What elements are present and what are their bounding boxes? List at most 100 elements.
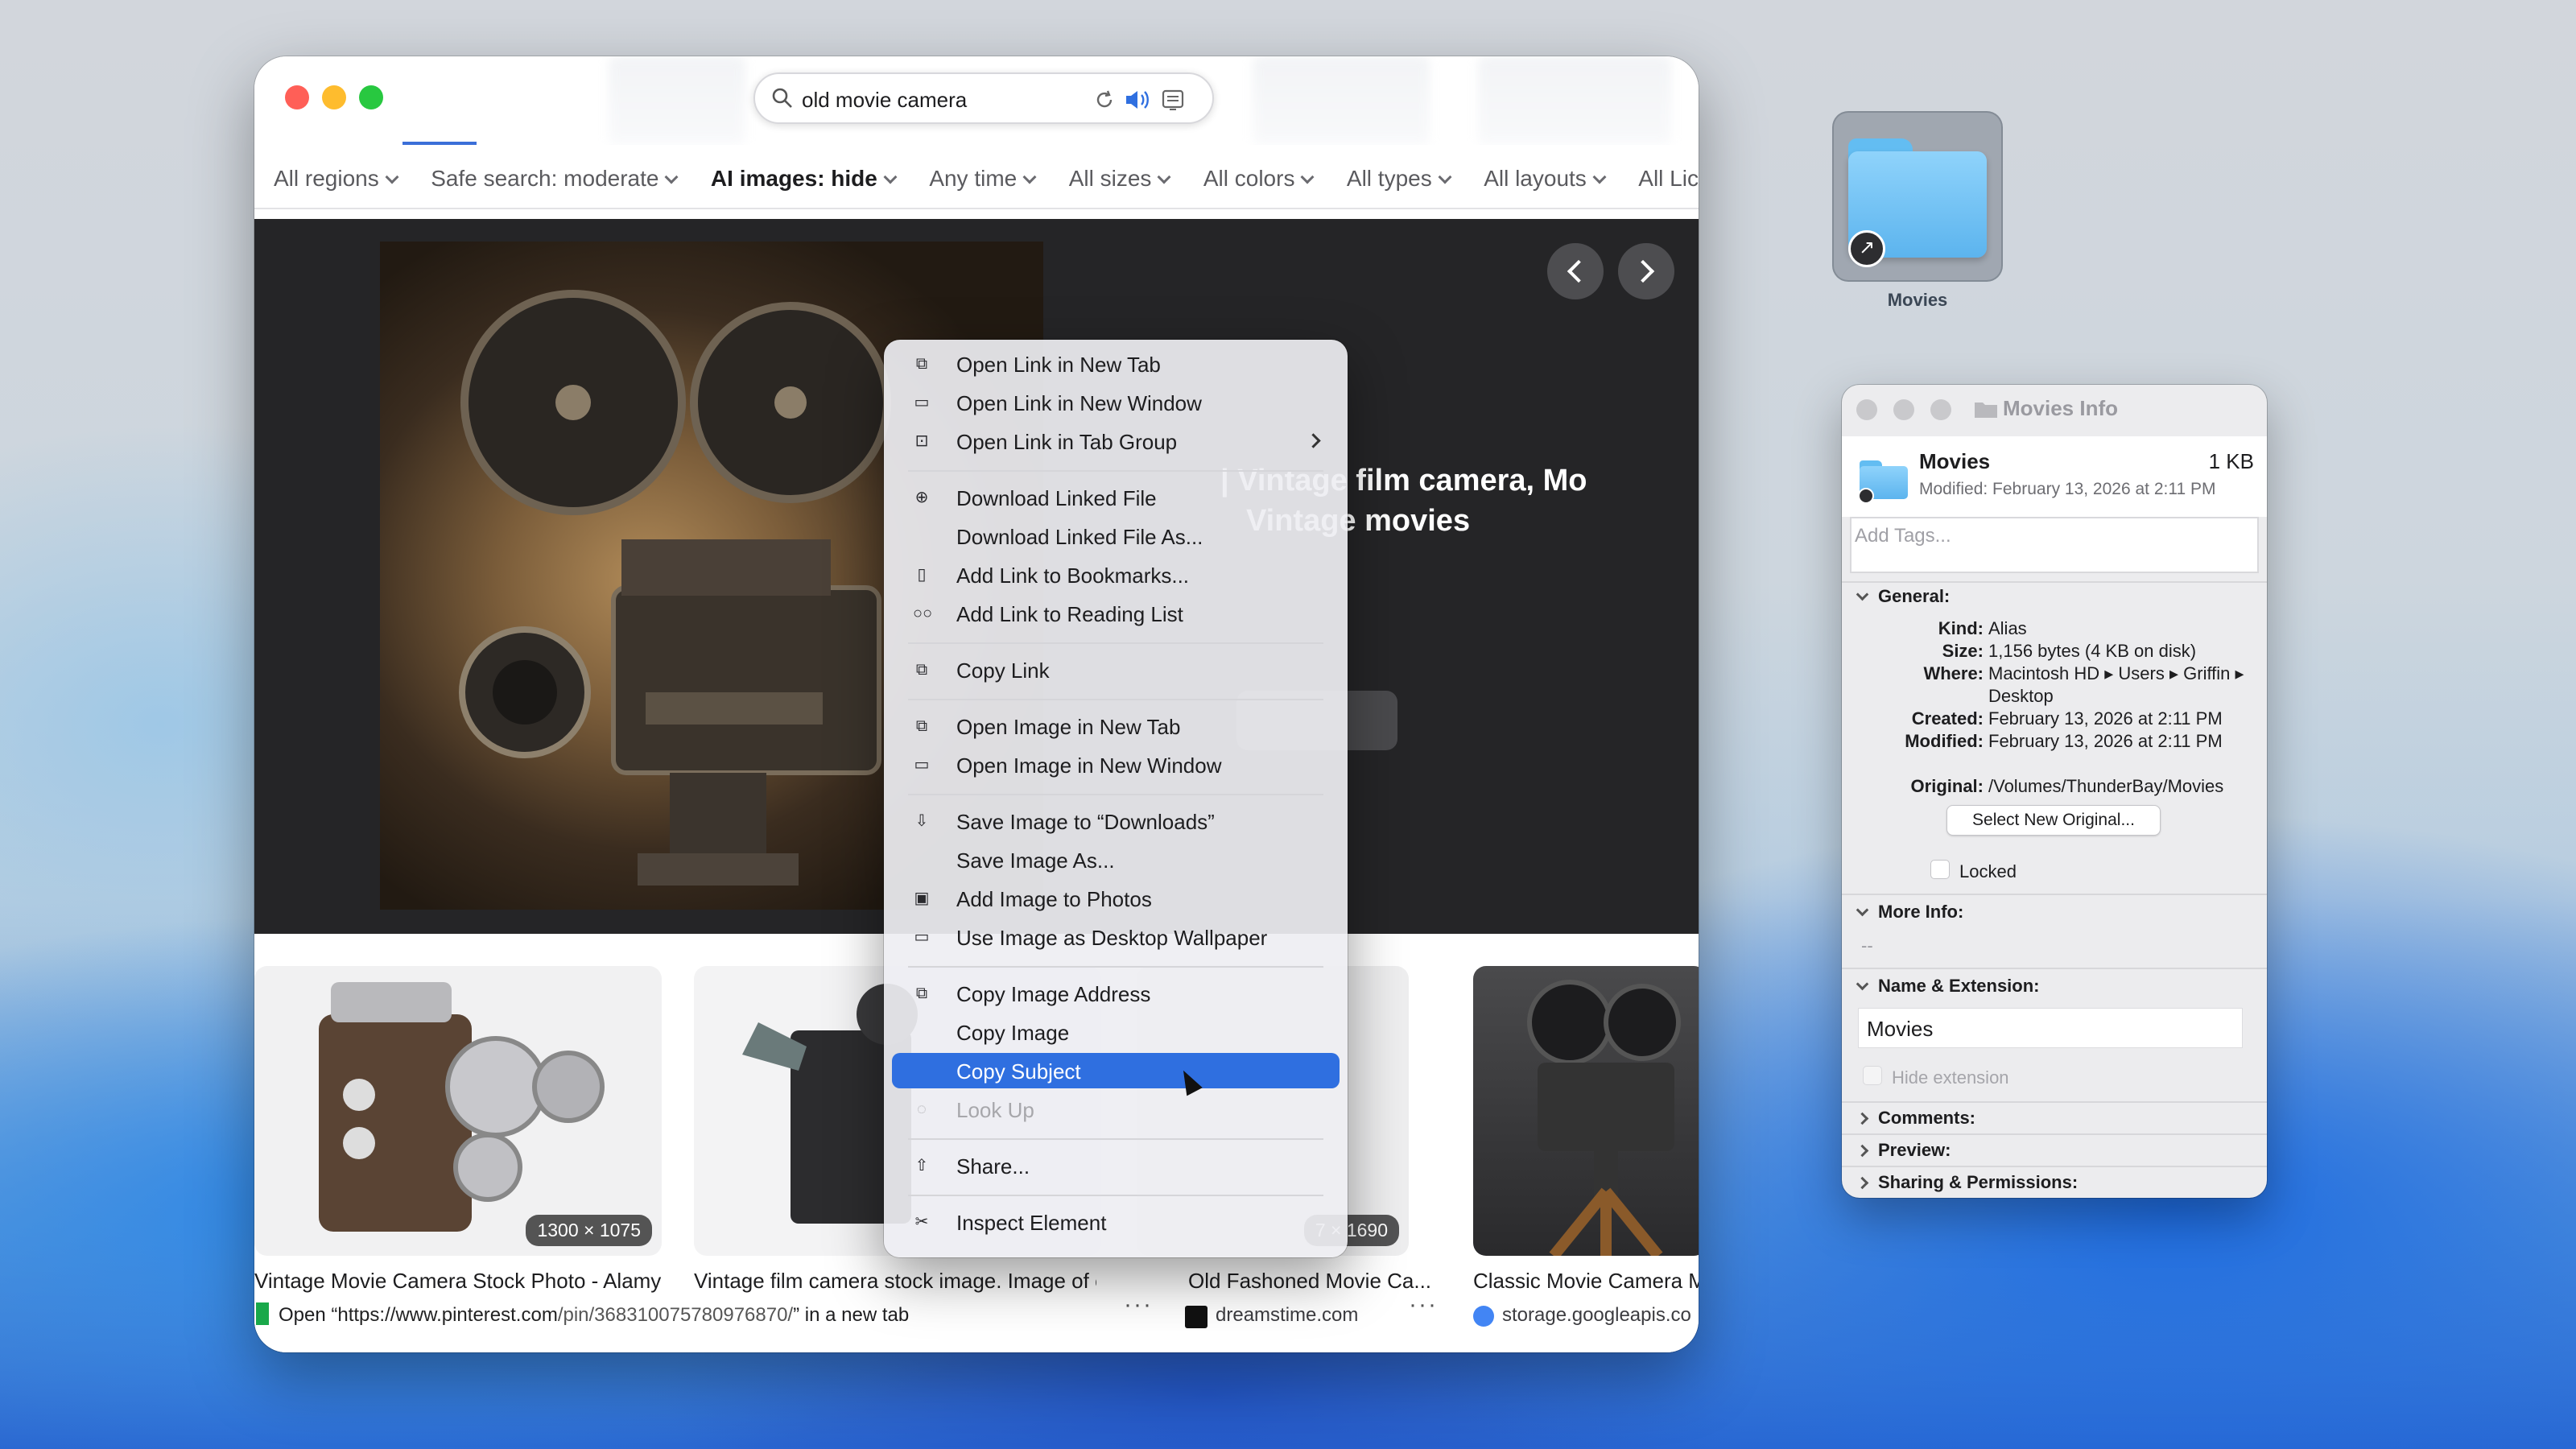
menu-item-share[interactable]: ⇧ Share... [892,1148,1340,1183]
original-key: Original: [1910,776,1984,796]
menu-item-label: Copy Subject [956,1059,1081,1084]
section-more-info[interactable]: More Info: [1856,902,1963,923]
filter-license[interactable]: All Lic [1638,166,1699,192]
previous-button[interactable] [1547,243,1604,299]
divider [1842,581,2267,583]
link-status-bar: Open “https://www.pinterest.com/pin/3683… [254,1296,909,1331]
filter-types[interactable]: All types [1346,166,1452,192]
menu-item-label: Open Link in Tab Group [956,430,1178,454]
address-bar[interactable]: old movie camera [753,72,1214,124]
tags-field[interactable]: Add Tags... [1850,517,2259,573]
menu-item-open-link-in-new-window[interactable]: ▭ Open Link in New Window [892,385,1340,420]
more-options-icon[interactable]: ··· [1124,1291,1153,1319]
next-button[interactable] [1618,243,1674,299]
filter-colors[interactable]: All colors [1203,166,1315,192]
locked-checkbox[interactable] [1930,860,1950,879]
browser-toolbar: old movie camera [254,56,1699,145]
reading-list-icon: ○○ [913,605,933,622]
filter-label: All layouts [1484,166,1587,191]
menu-item-add-link-to-bookmarks[interactable]: ▯ Add Link to Bookmarks... [892,557,1340,592]
menu-item-label: Copy Image [956,1021,1070,1045]
menu-item-copy-image-address[interactable]: ⧉ Copy Image Address [892,976,1340,1011]
new-tab-icon: ⧉ [915,717,928,735]
filter-label: All types [1346,166,1432,191]
filter-label: All colors [1203,166,1295,191]
section-sharing-permissions[interactable]: Sharing & Permissions: [1856,1172,2078,1193]
menu-item-label: Add Link to Reading List [956,602,1183,626]
menu-item-save-image-as[interactable]: Save Image As... [892,842,1340,877]
thumbnail-source[interactable]: dreamstime.com [1185,1304,1358,1328]
menu-item-label: Save Image As... [956,848,1115,873]
chevron-down-icon [883,170,898,184]
filter-time[interactable]: Any time [929,166,1037,192]
menu-item-add-image-to-photos[interactable]: ▣ Add Image to Photos [892,881,1340,916]
minimize-button[interactable] [1893,399,1914,420]
filter-ai-images[interactable]: AI images: hide [711,166,898,192]
minimize-button[interactable] [322,85,346,109]
hide-extension-checkbox[interactable] [1863,1066,1882,1085]
thumbnail-title[interactable]: Vintage film camera stock image. Image o… [694,1269,1096,1294]
filter-sizes[interactable]: All sizes [1069,166,1171,192]
thumbnail-4[interactable] [1473,966,1699,1256]
info-header: Movies 1 KB Modified: February 13, 2026 … [1842,436,2267,517]
menu-item-copy-subject[interactable]: Copy Subject [892,1053,1340,1088]
filter-regions[interactable]: All regions [274,166,399,192]
modified-value: February 13, 2026 at 2:11 PM [1988,731,2223,751]
section-general[interactable]: General: [1856,586,1950,607]
download-icon: ⊕ [914,489,929,506]
section-name-extension[interactable]: Name & Extension: [1856,976,2040,997]
thumbnail-title[interactable]: Classic Movie Camera M [1473,1269,1699,1294]
filter-label: All regions [274,166,379,191]
close-button[interactable] [1856,399,1877,420]
look-up-icon: ◌ [917,1100,927,1118]
menu-item-label: Open Link in New Window [956,391,1202,415]
menu-item-save-image-to-downloads[interactable]: ⇩ Save Image to “Downloads” [892,803,1340,839]
thumbnail-source[interactable]: storage.googleapis.co [1473,1304,1691,1327]
zoom-button[interactable] [359,85,383,109]
camera-thumbnail-image [1527,980,1681,1256]
close-button[interactable] [285,85,309,109]
desktop-alias-movies[interactable]: ↗ Movies [1832,111,2003,320]
select-new-original-button[interactable]: Select New Original... [1946,805,2161,836]
image-size-badge: 1300 × 1075 [526,1215,652,1246]
status-text: Open “ [279,1304,338,1326]
section-comments[interactable]: Comments: [1856,1108,1975,1129]
reader-icon[interactable] [1161,88,1185,112]
menu-item-use-image-as-desktop-wallpaper[interactable]: ▭ Use Image as Desktop Wallpaper [892,919,1340,955]
where-key: Where: [1923,663,1984,683]
menu-item-download-linked-file[interactable]: ⊕ Download Linked File [892,480,1340,515]
menu-separator [908,470,1323,472]
menu-item-copy-image[interactable]: Copy Image [892,1014,1340,1050]
menu-item-copy-link[interactable]: ⧉ Copy Link [892,652,1340,687]
menu-item-inspect-element[interactable]: ✂ Inspect Element [892,1204,1340,1240]
kind-key: Kind: [1938,618,1984,638]
reload-icon[interactable] [1093,89,1116,111]
menu-item-download-linked-file-as[interactable]: Download Linked File As... [892,518,1340,554]
section-preview[interactable]: Preview: [1856,1140,1951,1161]
divider [1842,1133,2267,1135]
chevron-down-icon [1856,977,1869,991]
thumbnail-title[interactable]: Old Fashoned Movie Ca... [1188,1269,1446,1294]
chevron-down-icon [1022,170,1037,184]
more-info-value: -- [1861,935,1873,956]
more-options-icon[interactable]: ··· [1409,1291,1438,1319]
tags-placeholder: Add Tags... [1855,525,1951,547]
tab-group-icon: ⊡ [914,432,929,450]
menu-separator [908,1138,1323,1140]
filter-safe-search[interactable]: Safe search: moderate [431,166,679,192]
zoom-button[interactable] [1930,399,1951,420]
item-name: Movies [1919,449,1991,473]
chevron-right-icon [1856,1144,1869,1158]
menu-item-open-image-in-new-window[interactable]: ▭ Open Image in New Window [892,747,1340,782]
menu-item-open-link-in-tab-group[interactable]: ⊡ Open Link in Tab Group [892,423,1340,459]
menu-item-open-image-in-new-tab[interactable]: ⧉ Open Image in New Tab [892,708,1340,744]
menu-item-open-link-in-new-tab[interactable]: ⧉ Open Link in New Tab [892,346,1340,382]
chevron-down-icon [1157,170,1171,184]
speaker-icon[interactable] [1124,88,1151,112]
filter-layouts[interactable]: All layouts [1484,166,1607,192]
menu-item-add-link-to-reading-list[interactable]: ○○ Add Link to Reading List [892,596,1340,631]
thumbnail-title[interactable]: Vintage Movie Camera Stock Photo - Alamy [254,1269,662,1294]
thumbnail-1[interactable]: 1300 × 1075 [254,966,662,1256]
status-url: https://www.pinterest.com [337,1304,558,1326]
name-field[interactable]: Movies [1858,1008,2243,1048]
